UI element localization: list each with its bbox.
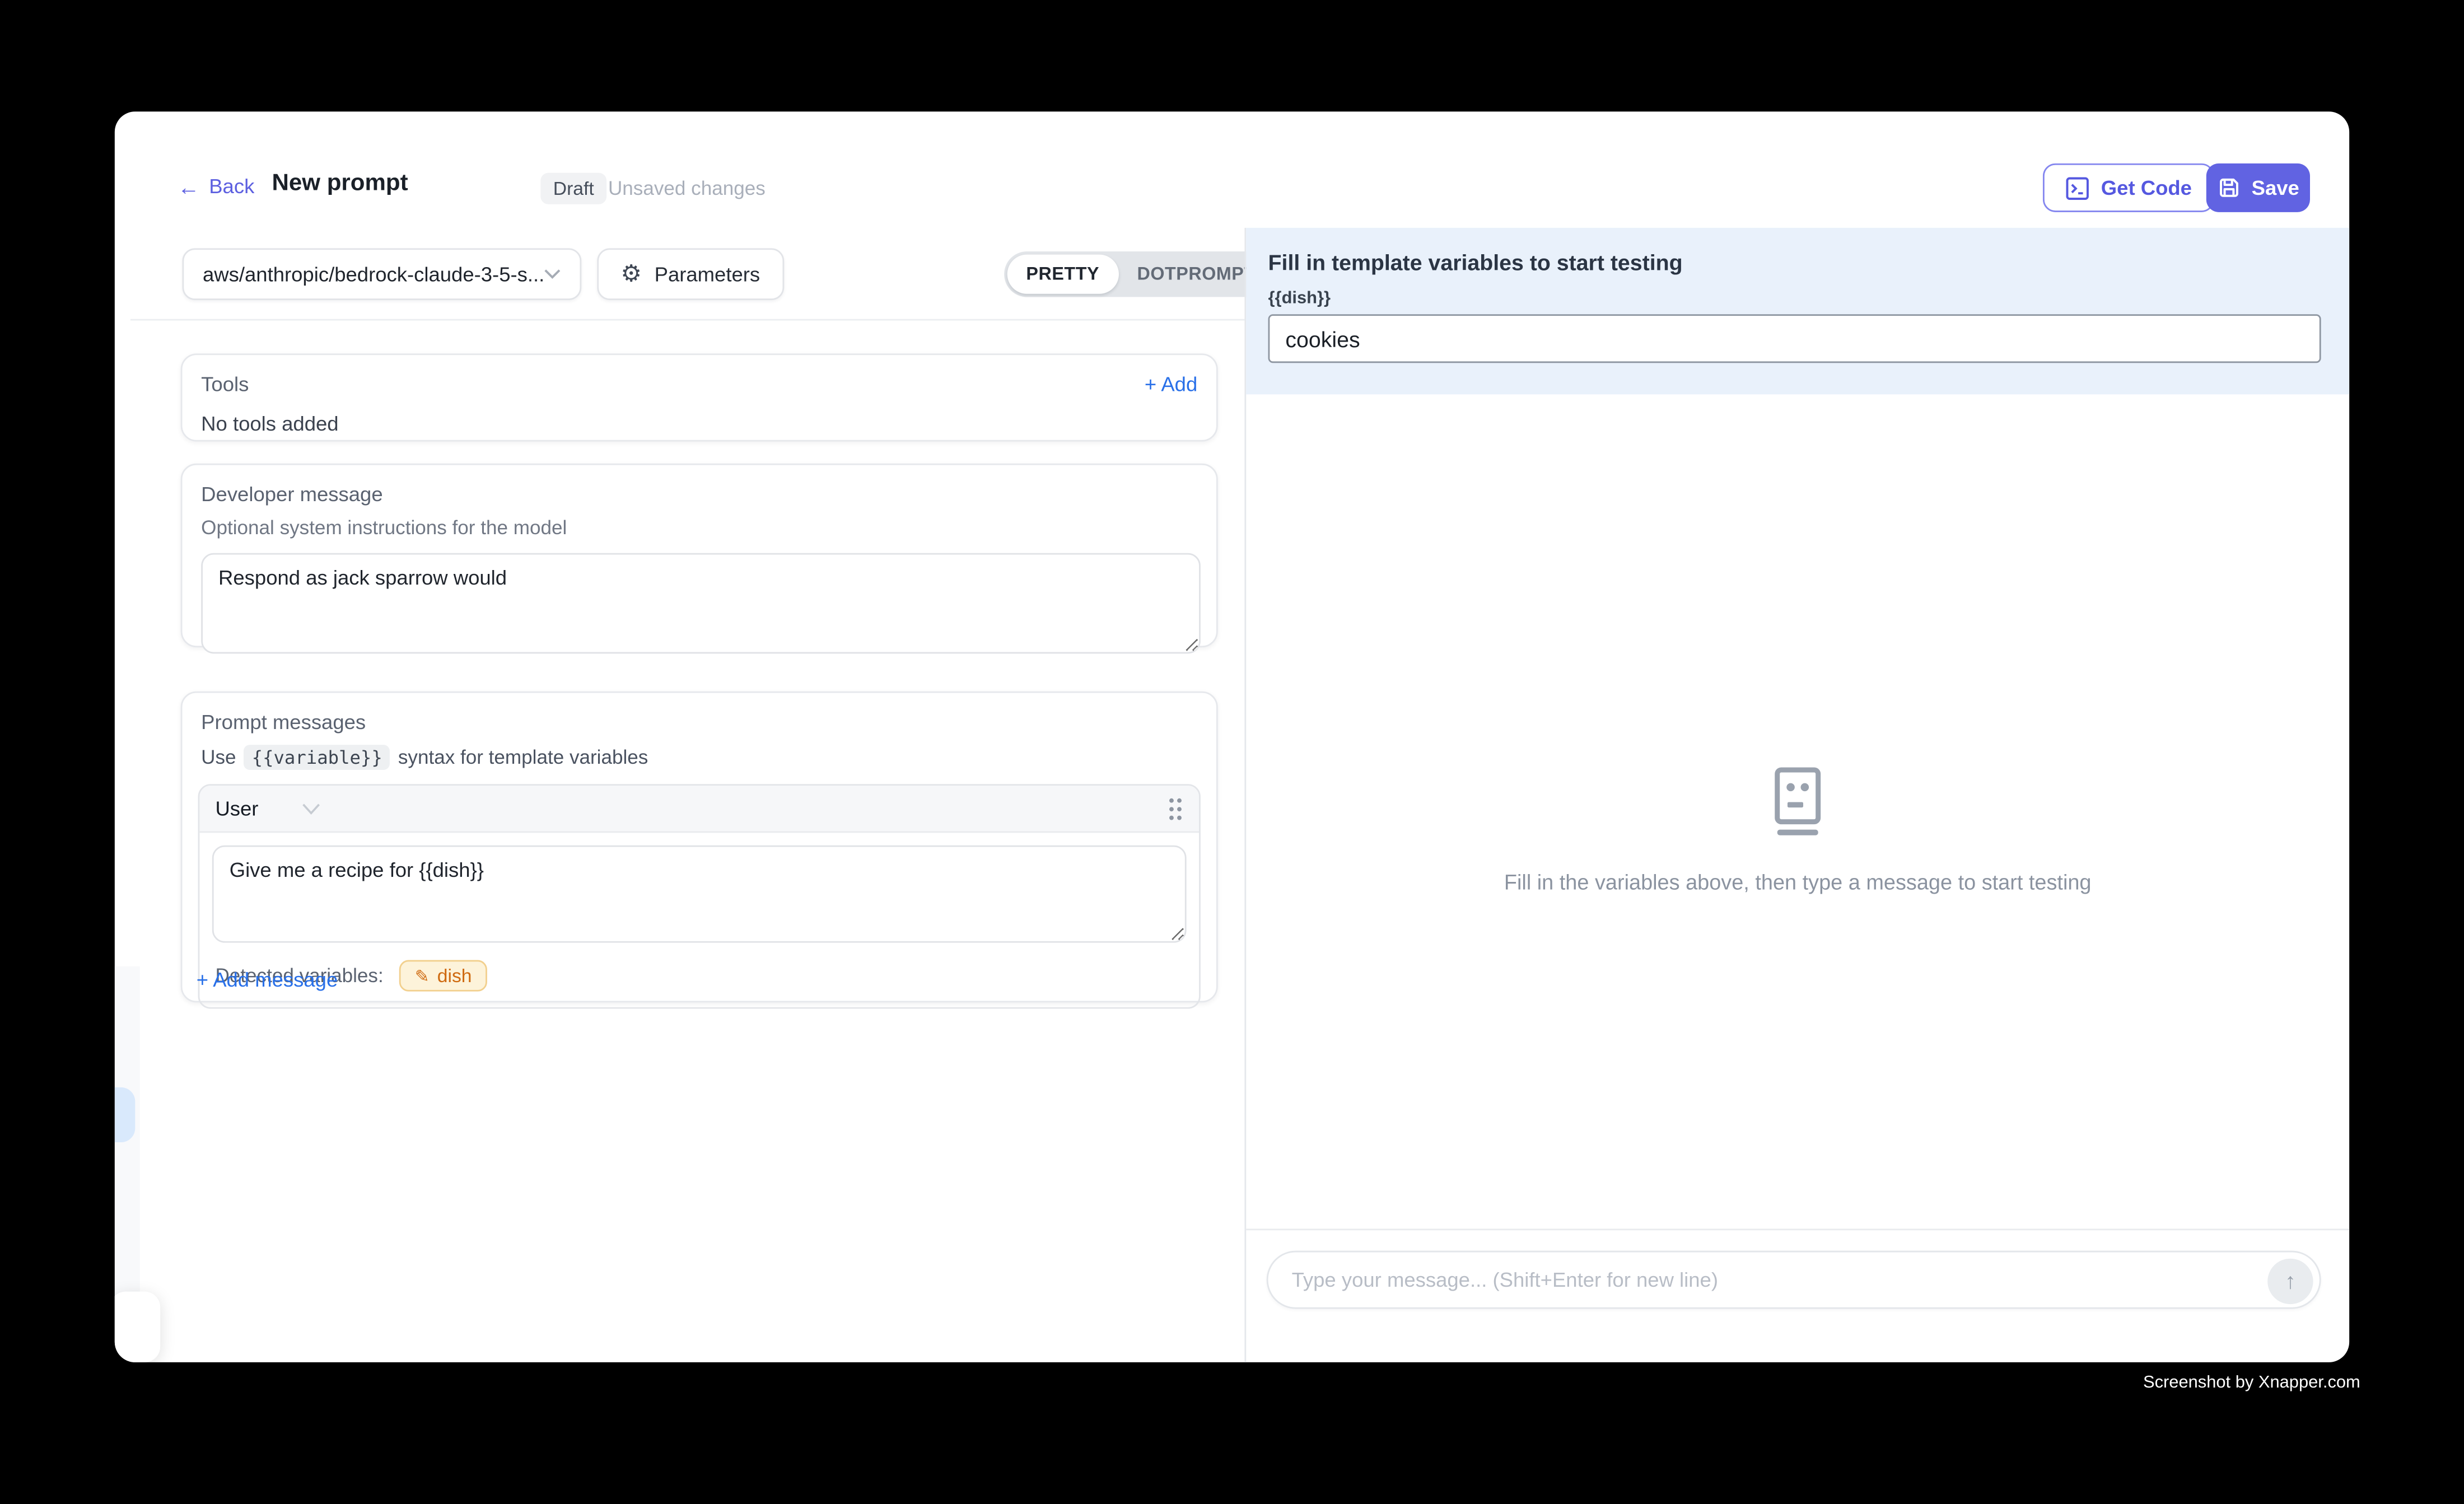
unsaved-changes-text: Unsaved changes <box>608 178 766 199</box>
watermark-text: Screenshot by Xnapper.com <box>2143 1374 2360 1393</box>
app-window: ← Back New prompt Draft Unsaved changes … <box>115 111 2349 1362</box>
developer-message-textarea[interactable]: Respond as jack sparrow would <box>201 553 1201 654</box>
model-row-divider <box>130 319 1245 321</box>
gear-icon: ⚙ <box>620 263 642 286</box>
save-button[interactable]: Save <box>2206 164 2310 212</box>
save-icon <box>2217 176 2241 199</box>
chat-message-input[interactable] <box>1292 1252 2235 1307</box>
tools-label: Tools <box>201 372 249 396</box>
status-badge: Draft <box>540 173 606 204</box>
chevron-down-icon <box>302 802 321 815</box>
add-tool-button[interactable]: + Add <box>1145 372 1197 396</box>
get-code-button[interactable]: Get Code <box>2043 164 2214 212</box>
variable-chip-label: dish <box>437 965 472 987</box>
send-message-button[interactable]: ↑ <box>2267 1258 2313 1303</box>
message-header: User <box>199 786 1199 833</box>
arrow-up-icon: ↑ <box>2285 1268 2296 1293</box>
robot-face-icon <box>1765 767 1831 835</box>
chat-empty-caption: Fill in the variables above, then type a… <box>1246 871 2349 894</box>
back-label: Back <box>209 174 254 198</box>
template-variables-panel: Fill in template variables to start test… <box>1246 228 2349 394</box>
variable-chip-dish[interactable]: ✎ dish <box>399 960 488 992</box>
developer-message-label: Developer message <box>201 482 1201 506</box>
chevron-down-icon <box>544 269 561 280</box>
screenshot-stage: ← Back New prompt Draft Unsaved changes … <box>0 0 2464 1503</box>
template-variable-hint: Use {{variable}} syntax for template var… <box>201 745 1201 770</box>
sidebar-active-item-sliver <box>115 1087 135 1142</box>
toggle-pretty[interactable]: PRETTY <box>1007 255 1118 294</box>
model-selector-value: aws/anthropic/bedrock-claude-3-5-s... <box>203 263 544 286</box>
variable-value-input[interactable] <box>1268 314 2321 363</box>
chat-input-container: ↑ <box>1267 1251 2321 1309</box>
back-arrow-icon: ← <box>178 175 199 197</box>
hint-prefix: Use <box>201 746 236 768</box>
message-textarea[interactable]: Give me a recipe for {{dish}} <box>212 846 1187 943</box>
detected-variables-row: Detected variables: ✎ dish <box>212 951 1187 995</box>
tester-panel-title: Fill in template variables to start test… <box>1268 250 2321 275</box>
view-mode-toggle: PRETTY DOTPROMPT <box>1004 251 1277 297</box>
hint-suffix: syntax for template variables <box>398 746 648 768</box>
variable-field-label: {{dish}} <box>1268 289 2321 308</box>
pencil-icon: ✎ <box>415 965 430 985</box>
terminal-icon <box>2065 175 2090 200</box>
parameters-button[interactable]: ⚙ Parameters <box>597 248 783 300</box>
prompt-messages-label: Prompt messages <box>201 710 1201 734</box>
tools-empty-text: No tools added <box>201 412 1197 435</box>
parameters-label: Parameters <box>655 263 760 286</box>
back-button[interactable]: ← Back <box>178 174 254 198</box>
developer-message-card: Developer message Optional system instru… <box>181 464 1218 647</box>
developer-message-description: Optional system instructions for the mod… <box>201 517 1201 539</box>
get-code-label: Get Code <box>2101 176 2192 199</box>
tools-card: Tools + Add No tools added <box>181 353 1218 441</box>
model-selector[interactable]: aws/anthropic/bedrock-claude-3-5-s... <box>183 248 582 300</box>
save-label: Save <box>2252 176 2299 199</box>
drag-handle-icon[interactable] <box>1168 796 1183 821</box>
chat-empty-state: Fill in the variables above, then type a… <box>1246 767 2349 894</box>
message-block: User Give me a recipe for { <box>198 784 1201 1008</box>
chat-input-divider <box>1246 1229 2349 1230</box>
role-selector[interactable]: User <box>215 797 321 820</box>
add-message-button[interactable]: + Add message <box>197 968 338 992</box>
page-title: New prompt <box>272 170 408 197</box>
floating-corner-box <box>115 1292 160 1362</box>
variable-syntax-chip: {{variable}} <box>244 745 390 770</box>
prompt-messages-card: Prompt messages Use {{variable}} syntax … <box>181 692 1218 1003</box>
role-selector-value: User <box>215 797 258 820</box>
